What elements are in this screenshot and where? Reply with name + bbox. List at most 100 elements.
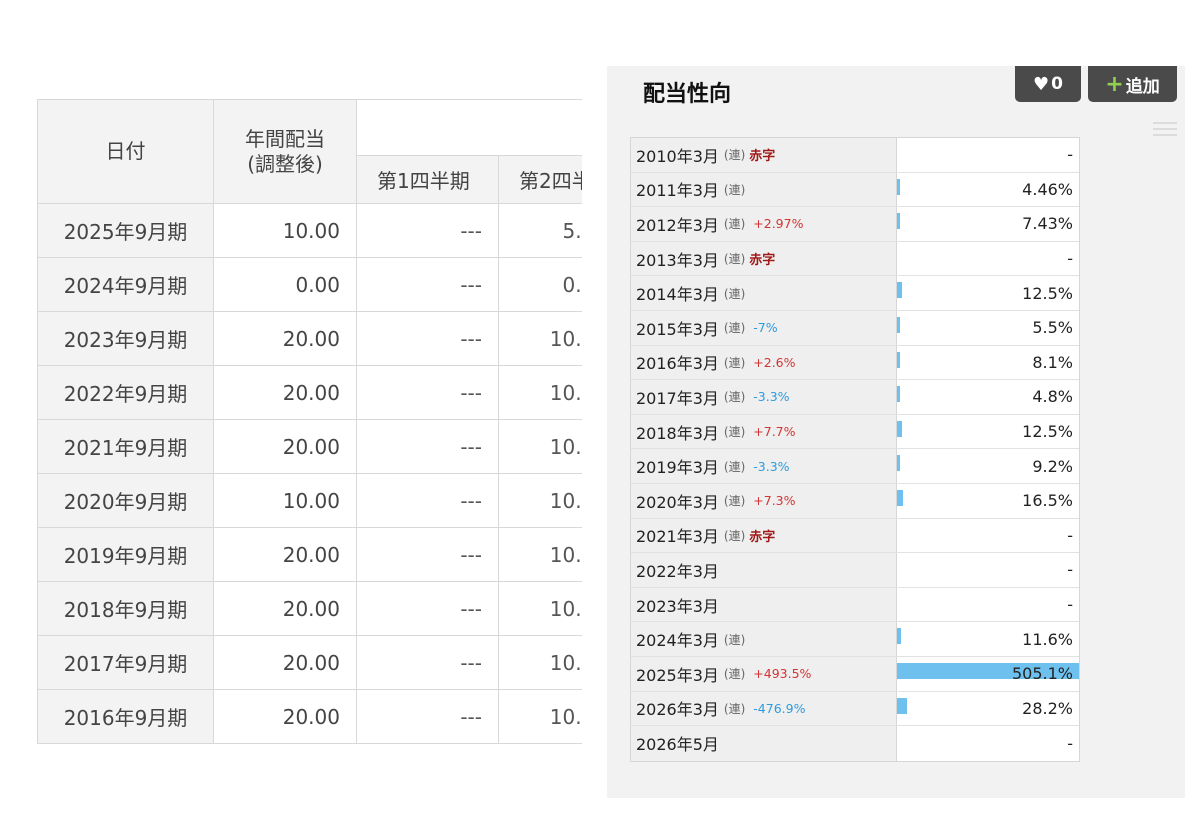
date-cell: 2022年9月期 — [37, 365, 214, 420]
payout-value-cell: 5.5% — [897, 310, 1079, 345]
annual-dividend-cell: 10.00 — [213, 473, 357, 528]
payout-value-cell: - — [897, 553, 1079, 587]
table-row: 2020年9月期10.00---10.00 — [37, 473, 582, 528]
annual-dividend-cell: 0.00 — [213, 257, 357, 312]
payout-year-cell: 2013年3月 (連) 赤字 — [631, 241, 897, 276]
annual-dividend-cell: 10.00 — [213, 203, 357, 258]
payout-year-cell: 2022年3月 — [631, 553, 897, 587]
q2-cell: 10.00 — [497, 581, 582, 636]
consolidated-marker: (連) — [723, 701, 746, 716]
change-label: +2.6% — [753, 354, 796, 370]
payout-bar — [897, 178, 900, 195]
consolidated-marker: (連) — [723, 286, 746, 301]
table-row: 2023年9月期20.00---10.00 — [37, 311, 582, 366]
q1-cell: --- — [356, 473, 499, 528]
consolidated-marker: (連) — [723, 632, 746, 647]
payout-value-cell: 16.5% — [897, 483, 1079, 518]
payout-value-cell: 505.1% — [897, 656, 1079, 691]
q1-cell: --- — [356, 257, 499, 312]
payout-row: 2019年3月 (連) -3.3% 9.2% — [631, 449, 1079, 484]
payout-row: 2026年3月 (連) -476.9% 28.2% — [631, 691, 1079, 727]
payout-year-cell: 2024年3月 (連) — [631, 622, 897, 656]
heart-icon: ♥ — [1033, 73, 1050, 95]
annual-dividend-cell: 20.00 — [213, 689, 357, 744]
favorite-button[interactable]: ♥ 0 — [1015, 66, 1081, 102]
payout-ratio-panel: 配当性向 ♥ 0 + 追加 2010年3月 (連) 赤字 -2011年3月 (連) 4.4… — [607, 66, 1185, 798]
fiscal-year: 2026年3月 — [636, 700, 719, 720]
fiscal-year: 2020年3月 — [636, 492, 719, 512]
payout-row: 2020年3月 (連) +7.3% 16.5% — [631, 483, 1079, 519]
payout-value-cell: 8.1% — [897, 345, 1079, 380]
consolidated-marker: (連) — [723, 355, 746, 370]
q1-cell: --- — [356, 689, 499, 744]
date-cell: 2020年9月期 — [37, 473, 214, 528]
fiscal-year: 2022年3月 — [636, 561, 719, 581]
menu-icon[interactable] — [1153, 122, 1177, 136]
deficit-label: 赤字 — [749, 253, 776, 269]
consolidated-marker: (連) — [723, 252, 746, 267]
consolidated-marker: (連) — [723, 528, 746, 543]
annual-dividend-cell: 20.00 — [213, 635, 357, 690]
payout-bar — [897, 351, 900, 368]
payout-ratio-value: 28.2% — [1022, 698, 1073, 718]
fiscal-year: 2010年3月 — [636, 146, 719, 166]
payout-bar — [897, 489, 903, 506]
payout-row: 2015年3月 (連) -7% 5.5% — [631, 310, 1079, 346]
payout-bar — [897, 386, 900, 403]
payout-value-cell: - — [897, 241, 1079, 276]
payout-ratio-value: 9.2% — [1032, 456, 1073, 476]
header-q2: 第2四半期 — [497, 155, 582, 204]
header-annual-line2: (調整後) — [247, 151, 323, 176]
consolidated-marker: (連) — [723, 182, 746, 197]
payout-year-cell: 2012年3月 (連) +2.97% — [631, 207, 897, 241]
q1-cell: --- — [356, 311, 499, 366]
annual-dividend-cell: 20.00 — [213, 311, 357, 366]
payout-row: 2025年3月 (連) +493.5% 505.1% — [631, 656, 1079, 692]
annual-dividend-cell: 20.00 — [213, 581, 357, 636]
payout-bar — [897, 455, 901, 472]
payout-value-cell: 4.46% — [897, 172, 1079, 207]
date-cell: 2017年9月期 — [37, 635, 214, 690]
payout-ratio-value: 11.6% — [1022, 629, 1073, 649]
payout-year-cell: 2018年3月 (連) +7.7% — [631, 414, 897, 449]
payout-year-cell: 2014年3月 (連) — [631, 276, 897, 310]
payout-year-cell: 2017年3月 (連) -3.3% — [631, 380, 897, 414]
fiscal-year: 2016年3月 — [636, 354, 719, 374]
payout-row: 2016年3月 (連) +2.6% 8.1% — [631, 345, 1079, 381]
date-cell: 2023年9月期 — [37, 311, 214, 366]
change-label: -476.9% — [753, 700, 806, 716]
payout-ratio-value: - — [1067, 733, 1073, 753]
change-label: +7.7% — [753, 424, 796, 440]
deficit-label: 赤字 — [749, 529, 776, 545]
q1-cell: --- — [356, 635, 499, 690]
dividend-history-panel: 日付 年間配当 (調整後) 第1四半期 第2四半期 2025年9月期10.00-… — [37, 99, 582, 745]
date-cell: 2018年9月期 — [37, 581, 214, 636]
q2-cell: 10.00 — [497, 311, 582, 366]
payout-ratio-value: 4.46% — [1022, 179, 1073, 199]
dividend-history-table: 日付 年間配当 (調整後) 第1四半期 第2四半期 2025年9月期10.00-… — [37, 99, 582, 744]
date-cell: 2024年9月期 — [37, 257, 214, 312]
q2-cell: 10.00 — [497, 419, 582, 474]
header-annual-dividend: 年間配当 (調整後) — [213, 99, 357, 204]
payout-bar — [897, 420, 902, 437]
consolidated-marker: (連) — [723, 321, 746, 336]
payout-row: 2021年3月 (連) 赤字 - — [631, 518, 1079, 554]
payout-value-cell: 7.43% — [897, 207, 1079, 241]
payout-year-cell: 2016年3月 (連) +2.6% — [631, 345, 897, 380]
payout-ratio-value: - — [1067, 249, 1073, 269]
annual-dividend-cell: 20.00 — [213, 527, 357, 582]
table-row: 2025年9月期10.00---5.00 — [37, 203, 582, 258]
table-row: 2022年9月期20.00---10.00 — [37, 365, 582, 420]
table-row: 2024年9月期0.00---0.00 — [37, 257, 582, 312]
add-button[interactable]: + 追加 — [1088, 66, 1177, 102]
payout-year-cell: 2019年3月 (連) -3.3% — [631, 449, 897, 483]
payout-bar — [897, 697, 908, 714]
payout-row: 2022年3月 - — [631, 553, 1079, 588]
fiscal-year: 2024年3月 — [636, 631, 719, 651]
add-label: 追加 — [1125, 76, 1160, 97]
fiscal-year: 2018年3月 — [636, 423, 719, 443]
fiscal-year: 2023年3月 — [636, 596, 719, 616]
header-q1: 第1四半期 — [356, 155, 499, 204]
payout-year-cell: 2020年3月 (連) +7.3% — [631, 483, 897, 518]
payout-bar — [897, 316, 900, 333]
